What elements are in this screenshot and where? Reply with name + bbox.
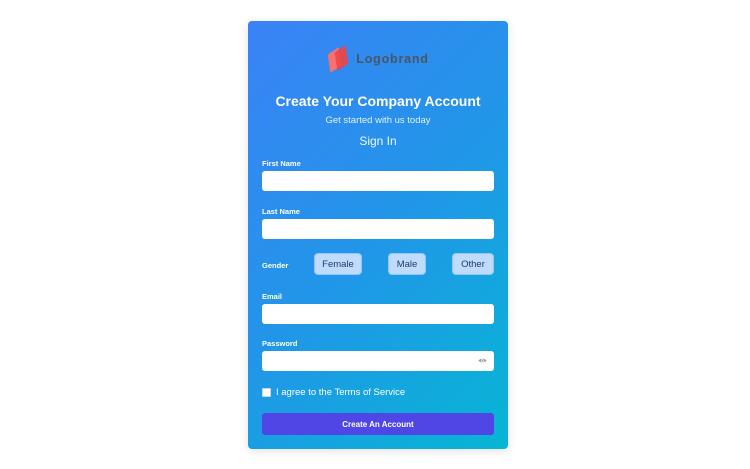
gender-female-button[interactable]: Female: [314, 253, 362, 275]
page-title: Create Your Company Account: [275, 93, 481, 109]
email-field[interactable]: [262, 304, 494, 324]
terms-row: I agree to the Terms of Service: [262, 387, 405, 398]
password-field-wrapper: [262, 351, 494, 371]
first-name-label: First Name: [262, 159, 301, 168]
email-label: Email: [262, 292, 283, 301]
password-label: Password: [262, 339, 298, 348]
page: Logobrand Create Your Company Account Ge…: [0, 0, 750, 469]
gender-male-button[interactable]: Male: [388, 253, 426, 275]
signup-card: Logobrand Create Your Company Account Ge…: [248, 21, 508, 449]
last-name-label: Last Name: [262, 207, 300, 216]
last-name-field[interactable]: [262, 219, 494, 239]
logo-mark-icon: [327, 45, 349, 73]
gender-other-button[interactable]: Other: [452, 253, 494, 275]
eye-icon[interactable]: [478, 357, 487, 364]
sign-in-link[interactable]: Sign In: [248, 134, 508, 148]
terms-label[interactable]: I agree to the Terms of Service: [276, 387, 405, 398]
page-subtitle: Get started with us today: [325, 115, 431, 126]
first-name-field[interactable]: [262, 171, 494, 191]
create-account-button[interactable]: Create An Account: [262, 413, 494, 435]
password-field[interactable]: [262, 351, 494, 371]
gender-label: Gender: [262, 261, 289, 270]
brand-name: Logobrand: [356, 52, 429, 66]
terms-checkbox[interactable]: [262, 388, 271, 397]
brand-logo: Logobrand: [248, 45, 508, 73]
